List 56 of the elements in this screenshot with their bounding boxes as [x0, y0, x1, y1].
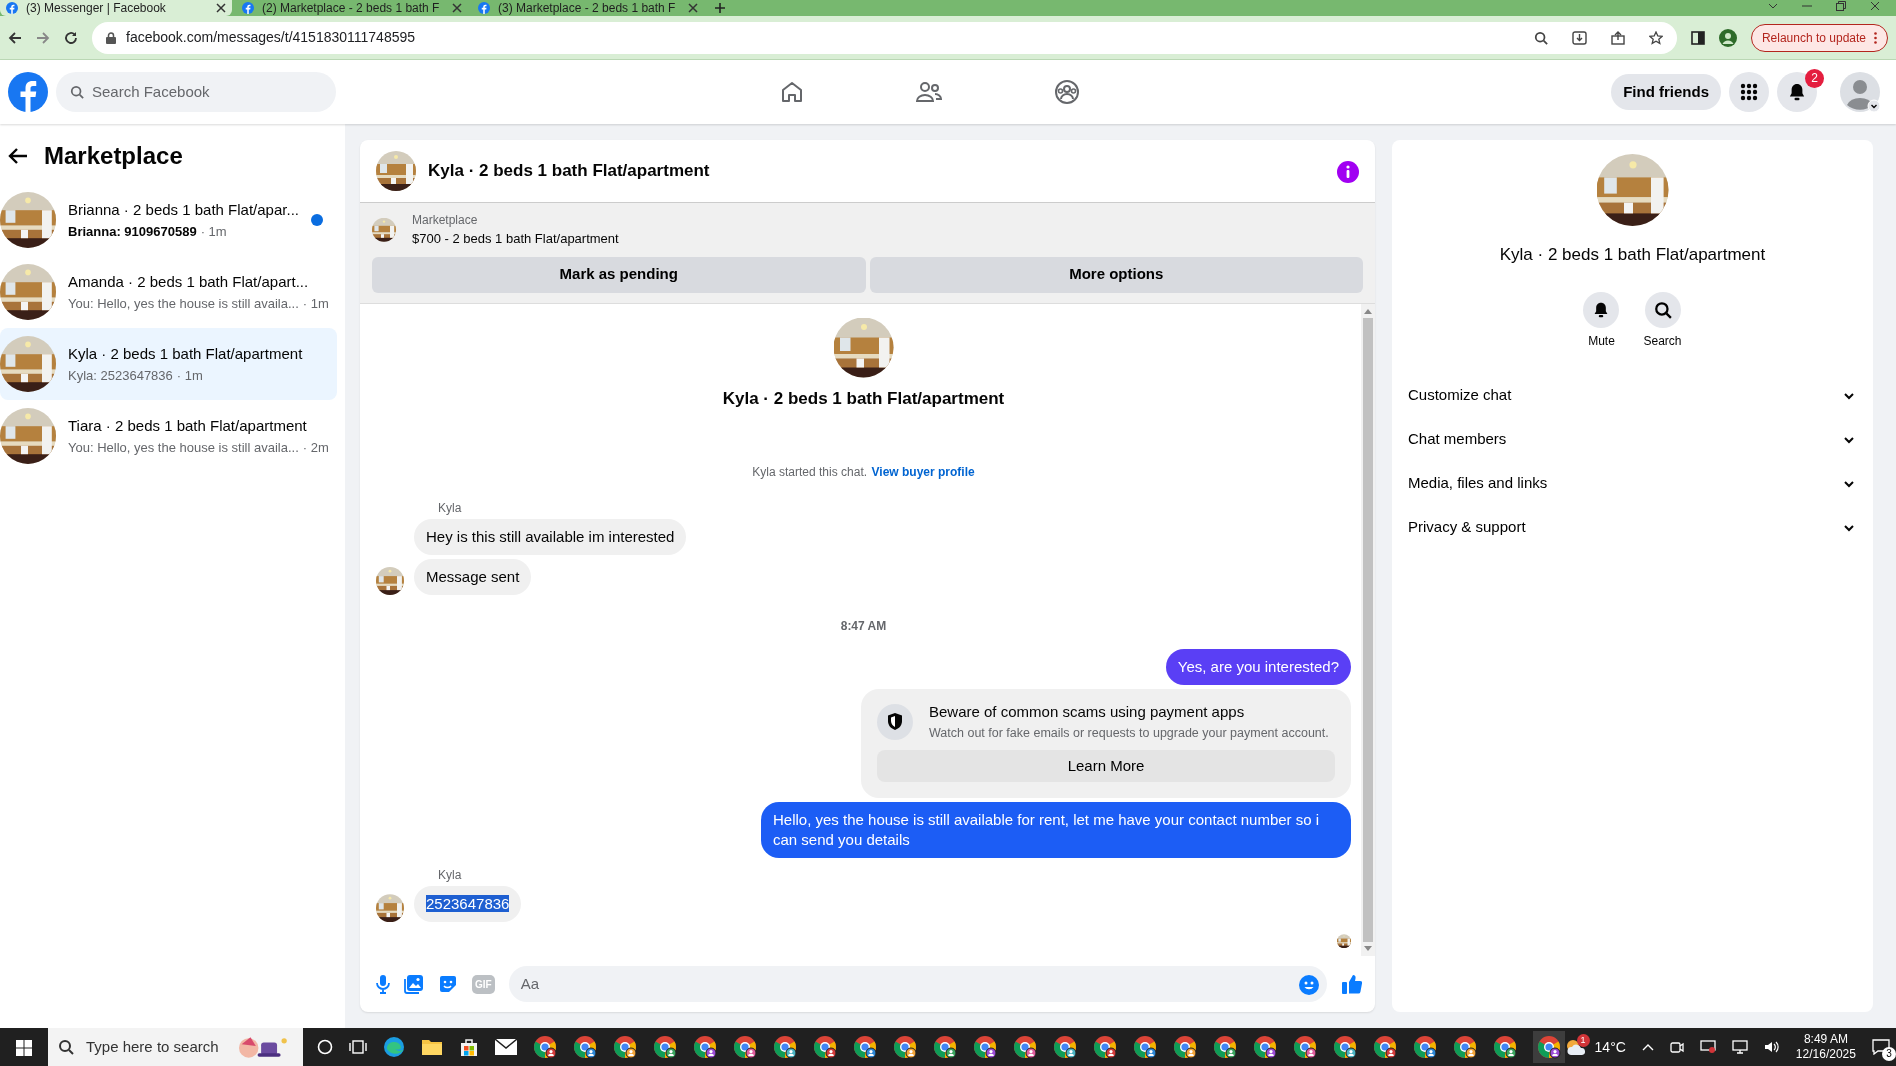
message-time: · 1m — [176, 366, 203, 385]
conversation-title: Kyla · 2 beds 1 bath Flat/apartment — [68, 344, 303, 364]
temperature: 14°C — [1594, 1037, 1626, 1057]
message-time: · 1m — [302, 294, 329, 313]
browser-tab[interactable]: (2) Marketplace - 2 beds 1 bath F — [236, 0, 468, 16]
message-bubble: Yes, are you interested? — [1165, 649, 1351, 685]
action-button[interactable]: More options — [869, 256, 1363, 293]
sender-name: Kyla — [438, 500, 462, 517]
conversation-title: Tiara · 2 beds 1 bath Flat/apartment — [68, 416, 308, 436]
chat-title[interactable]: Kyla · 2 beds 1 bath Flat/apartment — [428, 158, 710, 184]
taskbar-search-field[interactable]: Type here to search — [48, 1028, 303, 1066]
message-preview: Kyla: 2523647836 — [68, 366, 173, 385]
conversation-title: Amanda · 2 beds 1 bath Flat/apart... — [68, 272, 310, 292]
conversation-item[interactable]: Tiara · 2 beds 1 bath Flat/apartment You: Hello, yes the house is still availa... · 2m — [0, 400, 337, 472]
buyer-profile-link[interactable]: View buyer profile — [871, 465, 975, 479]
chat-intro-title: Kyla · 2 beds 1 bath Flat/apartment — [722, 387, 1005, 410]
browser-tab[interactable]: (3) Messenger | Facebook — [0, 0, 232, 16]
details-section[interactable]: Privacy & support — [1408, 505, 1857, 550]
action-button[interactable]: Mark as pending — [372, 256, 866, 293]
message-bubble: Message sent — [414, 559, 532, 595]
clock-time: 8:49 AM — [1802, 1032, 1849, 1047]
listing-label: Marketplace — [412, 212, 479, 229]
conversation-item[interactable]: Amanda · 2 beds 1 bath Flat/apart... You: Hello, yes the house is still availa... · 1m — [0, 256, 337, 328]
conversation-item[interactable]: Brianna · 2 beds 1 bath Flat/apar... Brianna: 9109670589 · 1m — [0, 184, 337, 256]
message-preview: You: Hello, yes the house is still availa... — [68, 438, 299, 457]
details-section[interactable]: Customize chat — [1408, 373, 1857, 418]
message-preview: Brianna: 9109670589 — [68, 222, 197, 241]
address-bar[interactable]: facebook.com/messages/t/4151830111748595 — [92, 21, 1677, 54]
learn-more-button[interactable]: Learn More — [877, 750, 1335, 783]
search-field[interactable]: Search Facebook — [56, 72, 336, 112]
notification-badge: 2 — [1805, 68, 1824, 88]
details-section[interactable]: Chat members — [1408, 417, 1857, 462]
message-bubble: Hello, yes the house is still available for rent, let me have your contact number so i can send you details — [761, 802, 1351, 859]
sender-name: Kyla — [438, 867, 462, 885]
warning-title: Beware of common scams using payment apps — [929, 702, 1246, 722]
message-time: · 2m — [302, 438, 329, 457]
weather-alert-badge: 1 — [1576, 1034, 1590, 1047]
clock-date: 12/16/2025 — [1795, 1047, 1856, 1062]
message-preview: You: Hello, yes the house is still availa... — [68, 294, 299, 313]
sidebar-title: Marketplace — [44, 141, 183, 171]
details-title: Kyla · 2 beds 1 bath Flat/apartment — [1499, 244, 1766, 266]
relaunch-button[interactable]: Relaunch to update — [1750, 23, 1888, 52]
system-message: Kyla started this chat. — [752, 465, 868, 479]
listing-title[interactable]: $700 - 2 beds 1 bath Flat/apartment — [412, 229, 619, 249]
timestamp: 8:47 AM — [840, 619, 887, 633]
message-bubble: 2523647836 — [414, 886, 522, 923]
conversation-item[interactable]: Kyla · 2 beds 1 bath Flat/apartment Kyla: 2523647836 · 1m — [0, 328, 337, 400]
details-section[interactable]: Media, files and links — [1408, 461, 1857, 506]
message-bubble: Hey is this still available im interested — [414, 519, 687, 555]
find-friends-button[interactable]: Find friends — [1611, 74, 1721, 110]
message-time: · 1m — [200, 222, 227, 241]
browser-tab[interactable]: (3) Marketplace - 2 beds 1 bath F — [472, 0, 704, 16]
notification-count: 3 — [1881, 1047, 1896, 1061]
warning-text: Watch out for fake emails or requests to upgrade your payment account. — [929, 724, 1329, 742]
conversation-title: Brianna · 2 beds 1 bath Flat/apar... — [68, 200, 299, 220]
message-field[interactable]: Aa — [508, 966, 1327, 1002]
